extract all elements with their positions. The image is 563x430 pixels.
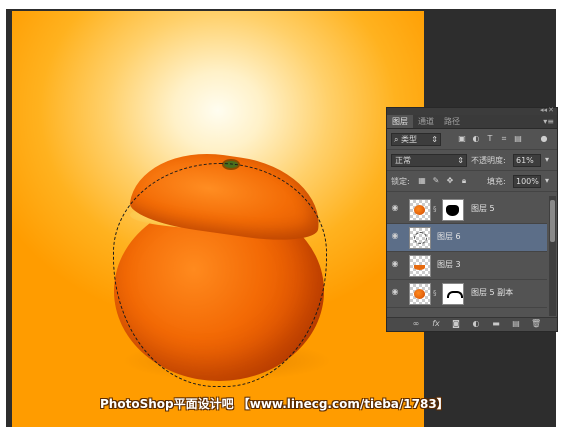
layer-thumbnail-image xyxy=(414,205,425,215)
lock-paint-icon[interactable]: ✎ xyxy=(431,176,441,186)
watermark-text: PhotoShop平面设计吧 【www.linecg.com/tieba/178… xyxy=(100,397,449,411)
layers-panel: ◂◂ ✕ 图层 通道 路径 ▾≡ ⌕ 类型 ⇕ ▣ ◐ T ⌗ ▤ ● 正常 ⇕… xyxy=(386,106,558,332)
chevron-down-icon: ⇕ xyxy=(457,156,464,165)
mask-link-icon[interactable]: § xyxy=(433,205,439,213)
layer-row[interactable]: ◉ § 图层 5 副本 xyxy=(387,280,547,308)
visibility-eye-icon[interactable]: ◉ xyxy=(390,204,400,212)
visibility-eye-icon[interactable]: ◉ xyxy=(390,232,400,240)
layer-name: 图层 5 副本 xyxy=(471,288,514,297)
layer-row-selected[interactable]: ◉ 图层 6 xyxy=(387,224,547,252)
add-mask-icon[interactable]: ◙ xyxy=(451,319,461,329)
tab-paths[interactable]: 路径 xyxy=(439,115,465,128)
chevron-down-icon: ⇕ xyxy=(431,135,438,144)
fx-icon[interactable]: fx xyxy=(431,319,441,329)
scrollbar-thumb[interactable] xyxy=(550,200,555,242)
lock-all-icon[interactable]: 🔒︎ xyxy=(459,176,469,186)
filter-kind-select[interactable]: ⌕ 类型 ⇕ xyxy=(391,133,441,146)
layer-name: 图层 3 xyxy=(437,260,461,269)
panel-tabs: 图层 通道 路径 ▾≡ xyxy=(387,115,557,129)
layer-mask-thumbnail[interactable] xyxy=(442,199,464,221)
filter-row: ⌕ 类型 ⇕ ▣ ◐ T ⌗ ▤ ● xyxy=(387,129,557,150)
shape-filter-icon[interactable]: ⌗ xyxy=(499,134,509,144)
fill-dropdown-icon[interactable]: ▾ xyxy=(542,176,552,186)
new-group-icon[interactable]: ▬ xyxy=(491,319,501,329)
opacity-input[interactable]: 61% xyxy=(513,154,541,167)
lock-transparent-icon[interactable]: ▦ xyxy=(417,176,427,186)
mask-shape xyxy=(447,291,463,298)
tab-channels[interactable]: 通道 xyxy=(413,115,439,128)
layer-row[interactable]: ◉ 图层 3 xyxy=(387,252,547,280)
filter-kind-label: 类型 xyxy=(401,135,418,144)
link-layers-icon[interactable]: ∞ xyxy=(411,319,421,329)
panel-titlebar: ◂◂ ✕ xyxy=(387,106,557,115)
smart-object-filter-icon[interactable]: ▤ xyxy=(513,134,523,144)
layer-thumbnail-image xyxy=(414,232,427,244)
panel-bottom-toolbar: ∞ fx ◙ ◐ ▬ ▤ 🗑︎ xyxy=(387,317,557,331)
fill-value: 100% xyxy=(516,177,539,186)
adjustment-filter-icon[interactable]: ◐ xyxy=(471,134,481,144)
layer-row[interactable]: ◉ § 图层 5 xyxy=(387,196,547,224)
layer-name: 图层 6 xyxy=(437,232,461,241)
opacity-label: 不透明度: xyxy=(471,156,506,165)
image-filter-icon[interactable]: ▣ xyxy=(457,134,467,144)
panel-menu-icon[interactable]: ▾≡ xyxy=(543,115,554,128)
document-canvas[interactable] xyxy=(12,11,424,427)
type-filter-icon[interactable]: T xyxy=(485,134,495,144)
delete-layer-icon[interactable]: 🗑︎ xyxy=(531,319,541,329)
fill-input[interactable]: 100% xyxy=(513,175,541,188)
opacity-value: 61% xyxy=(516,156,534,165)
layer-thumbnail xyxy=(409,227,431,249)
new-layer-icon[interactable]: ▤ xyxy=(511,319,521,329)
lock-move-icon[interactable]: ✥ xyxy=(445,176,455,186)
close-icon[interactable]: ✕ xyxy=(548,106,554,114)
layer-thumbnail-image xyxy=(414,265,425,270)
layer-thumbnail xyxy=(409,199,431,221)
opacity-dropdown-icon[interactable]: ▾ xyxy=(542,155,552,165)
mask-link-icon[interactable]: § xyxy=(433,289,439,297)
filter-toggle-icon[interactable]: ● xyxy=(539,134,549,144)
blend-row: 正常 ⇕ 不透明度: 61% ▾ xyxy=(387,150,557,171)
visibility-eye-icon[interactable]: ◉ xyxy=(390,260,400,268)
layer-mask-thumbnail[interactable] xyxy=(442,283,464,305)
layer-thumbnail-image xyxy=(414,289,425,299)
collapse-icon[interactable]: ◂◂ xyxy=(540,106,547,114)
layer-name: 图层 5 xyxy=(471,204,495,213)
layer-thumbnail xyxy=(409,283,431,305)
search-icon: ⌕ xyxy=(394,135,399,144)
layers-scrollbar[interactable] xyxy=(549,196,556,316)
mask-shape xyxy=(446,205,459,216)
tab-layers[interactable]: 图层 xyxy=(387,115,413,128)
layer-thumbnail xyxy=(409,255,431,277)
blend-mode-value: 正常 xyxy=(395,156,411,165)
adjustment-layer-icon[interactable]: ◐ xyxy=(471,319,481,329)
fill-label: 填充: xyxy=(487,177,506,186)
lock-row: 锁定: ▦ ✎ ✥ 🔒︎ 填充: 100% ▾ xyxy=(387,171,557,192)
visibility-eye-icon[interactable]: ◉ xyxy=(390,288,400,296)
blend-mode-select[interactable]: 正常 ⇕ xyxy=(391,154,467,167)
lock-label: 锁定: xyxy=(391,177,410,186)
